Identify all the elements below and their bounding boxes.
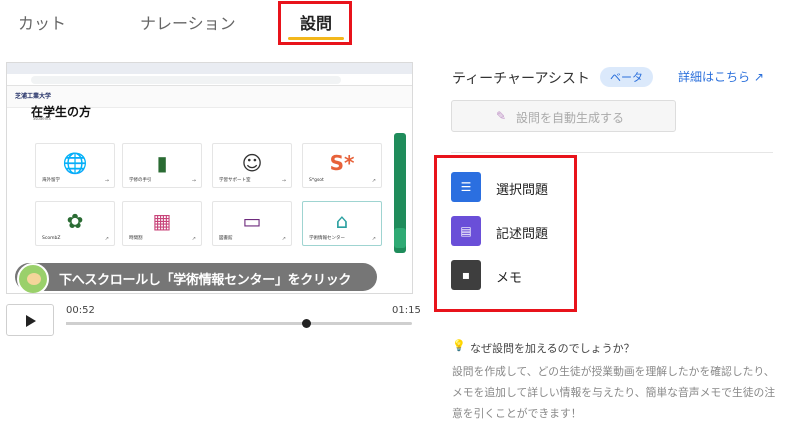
arrow-right-icon: → bbox=[191, 178, 196, 184]
globe-icon: 🌐 bbox=[62, 151, 88, 175]
card-guidebook: ▮ 学修の手引 → bbox=[122, 143, 202, 188]
card-timetable: ▦ 時間割 ↗ bbox=[122, 201, 202, 246]
note-icon: ▪ bbox=[451, 260, 481, 290]
external-link-icon: ↗ bbox=[104, 236, 109, 242]
external-link-icon: ↗ bbox=[191, 236, 196, 242]
calendar-icon: ▦ bbox=[152, 209, 172, 233]
card-info-center: ⌂ 学術情報センター ↗ bbox=[302, 201, 382, 246]
video-preview[interactable]: 芝浦工業大学 在学生の方 Students 🌐 海外留学 → ▮ 学修の手引 →… bbox=[6, 62, 413, 294]
external-link-icon: ↗ bbox=[281, 236, 286, 242]
card-label: 時間割 bbox=[129, 236, 143, 241]
card-library: ▭ 図書館 ↗ bbox=[212, 201, 292, 246]
card-label: 海外留学 bbox=[42, 178, 60, 183]
mascot-face bbox=[27, 273, 41, 285]
play-icon bbox=[26, 315, 36, 327]
play-button[interactable] bbox=[6, 304, 54, 336]
tab-narration[interactable]: ナレーション bbox=[140, 10, 236, 34]
question-type-label: メモ bbox=[496, 271, 523, 286]
assistant-title: ティーチャーアシスト bbox=[452, 71, 590, 87]
card-study-abroad: 🌐 海外留学 → bbox=[35, 143, 115, 188]
browser-toolbar bbox=[7, 74, 412, 86]
lightbulb-icon: 💡 bbox=[452, 339, 466, 352]
card-scombz: ✿ ScombZ ↗ bbox=[35, 201, 115, 246]
card-label: 学習サポート室 bbox=[219, 178, 251, 183]
magic-wand-icon: ✎ bbox=[496, 109, 507, 123]
total-time: 01:15 bbox=[392, 305, 421, 316]
mascot-avatar bbox=[17, 263, 49, 293]
caption-text: 下へスクロールし「学術情報センター」をクリック bbox=[59, 273, 352, 288]
highlight-box-tab bbox=[278, 1, 352, 45]
study-support-icon: ☺ bbox=[241, 151, 263, 175]
details-link[interactable]: 詳細はこちら ↗ bbox=[678, 68, 764, 85]
tab-bar: カット ナレーション 設問 bbox=[0, 0, 800, 50]
question-type-label: 記述問題 bbox=[496, 227, 549, 242]
current-time: 00:52 bbox=[66, 305, 95, 316]
sgsot-logo: S* bbox=[329, 151, 355, 175]
checklist-icon: ☰ bbox=[451, 172, 481, 202]
mouse-icon: ⌂ bbox=[335, 209, 349, 233]
card-label: 図書館 bbox=[219, 236, 233, 241]
auto-generate-label: 設問を自動生成する bbox=[516, 111, 625, 125]
question-type-memo[interactable]: ▪ メモ bbox=[451, 260, 561, 292]
scombz-logo: ✿ bbox=[66, 209, 84, 233]
question-type-multiple-choice[interactable]: ☰ 選択問題 bbox=[451, 172, 561, 204]
book-icon: ▭ bbox=[242, 209, 262, 233]
why-questions-title: なぜ設問を加えるのでしょうか？ bbox=[470, 342, 635, 355]
video-caption: 下へスクロールし「学術情報センター」をクリック bbox=[15, 263, 377, 293]
question-type-label: 選択問題 bbox=[496, 183, 549, 198]
site-logo: 芝浦工業大学 bbox=[15, 93, 52, 100]
progress-track[interactable] bbox=[66, 319, 412, 328]
card-label: S*gsot bbox=[309, 178, 324, 183]
card-label: 学修の手引 bbox=[129, 178, 152, 183]
details-link-label: 詳細はこちら bbox=[678, 70, 751, 84]
why-questions-body: 設問を作成して、どの生徒が授業動画を理解したかを確認したり、メモを追加して詳しい… bbox=[452, 365, 776, 420]
progress-thumb[interactable] bbox=[301, 319, 311, 328]
comment-icon: ▤ bbox=[451, 216, 481, 246]
browser-address-bar bbox=[31, 76, 341, 84]
card-study-support: ☺ 学習サポート室 → bbox=[212, 143, 292, 188]
beta-badge: ベータ bbox=[600, 67, 653, 87]
tab-cut[interactable]: カット bbox=[18, 10, 66, 34]
progress-fill bbox=[66, 322, 306, 325]
card-label: 学術情報センター bbox=[309, 236, 345, 241]
divider bbox=[451, 152, 773, 153]
browser-titlebar bbox=[7, 63, 412, 74]
arrow-right-icon: → bbox=[104, 178, 109, 184]
guidebook-icon: ▮ bbox=[156, 151, 168, 175]
card-sgsot: S* S*gsot ↗ bbox=[302, 143, 382, 188]
external-link-icon: ↗ bbox=[371, 178, 376, 184]
card-label: ScombZ bbox=[42, 236, 61, 241]
arrow-up-right-icon: ↗ bbox=[753, 70, 764, 84]
arrow-right-icon: → bbox=[281, 178, 286, 184]
site-side-menu-top-button bbox=[394, 228, 406, 248]
question-type-written[interactable]: ▤ 記述問題 bbox=[451, 216, 561, 248]
content-subheading: Students bbox=[33, 116, 51, 121]
external-link-icon: ↗ bbox=[371, 236, 376, 242]
auto-generate-questions-button[interactable]: ✎ 設問を自動生成する bbox=[451, 100, 676, 132]
